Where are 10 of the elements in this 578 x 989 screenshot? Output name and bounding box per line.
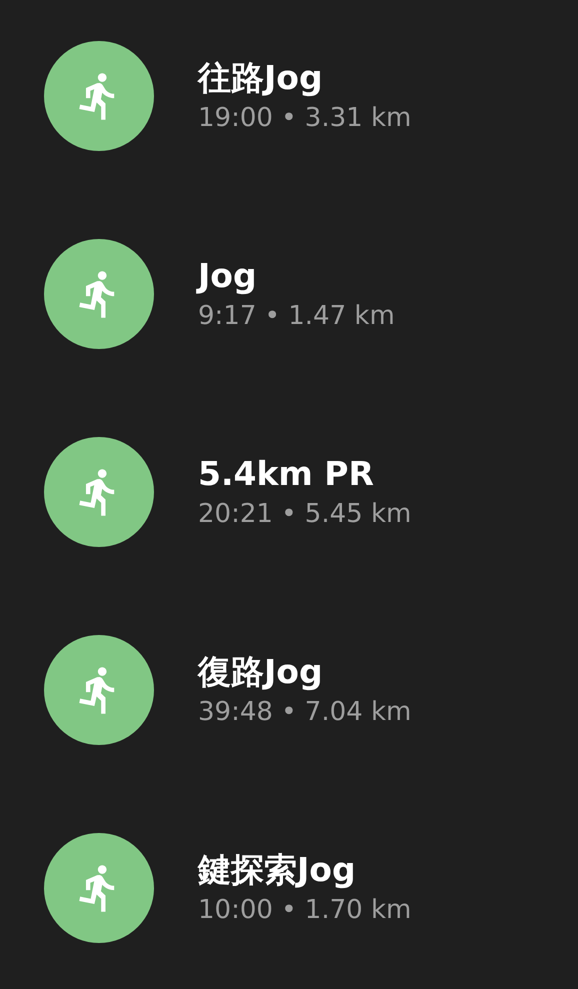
- activity-title: 5.4km PR: [198, 453, 375, 495]
- activity-detail: 9:17 • 1.47 km: [198, 300, 395, 333]
- activity-detail: 19:00 • 3.31 km: [198, 102, 412, 135]
- activity-detail: 10:00 • 1.70 km: [198, 894, 412, 927]
- activity-title: 往路Jog: [198, 57, 324, 99]
- activity-detail: 39:48 • 7.04 km: [198, 696, 412, 729]
- activity-title: 復路Jog: [198, 651, 324, 693]
- activity-title: Jog: [198, 255, 258, 297]
- activity-title: 鍵探索Jog: [198, 849, 357, 891]
- activity-detail: 20:21 • 5.45 km: [198, 498, 412, 531]
